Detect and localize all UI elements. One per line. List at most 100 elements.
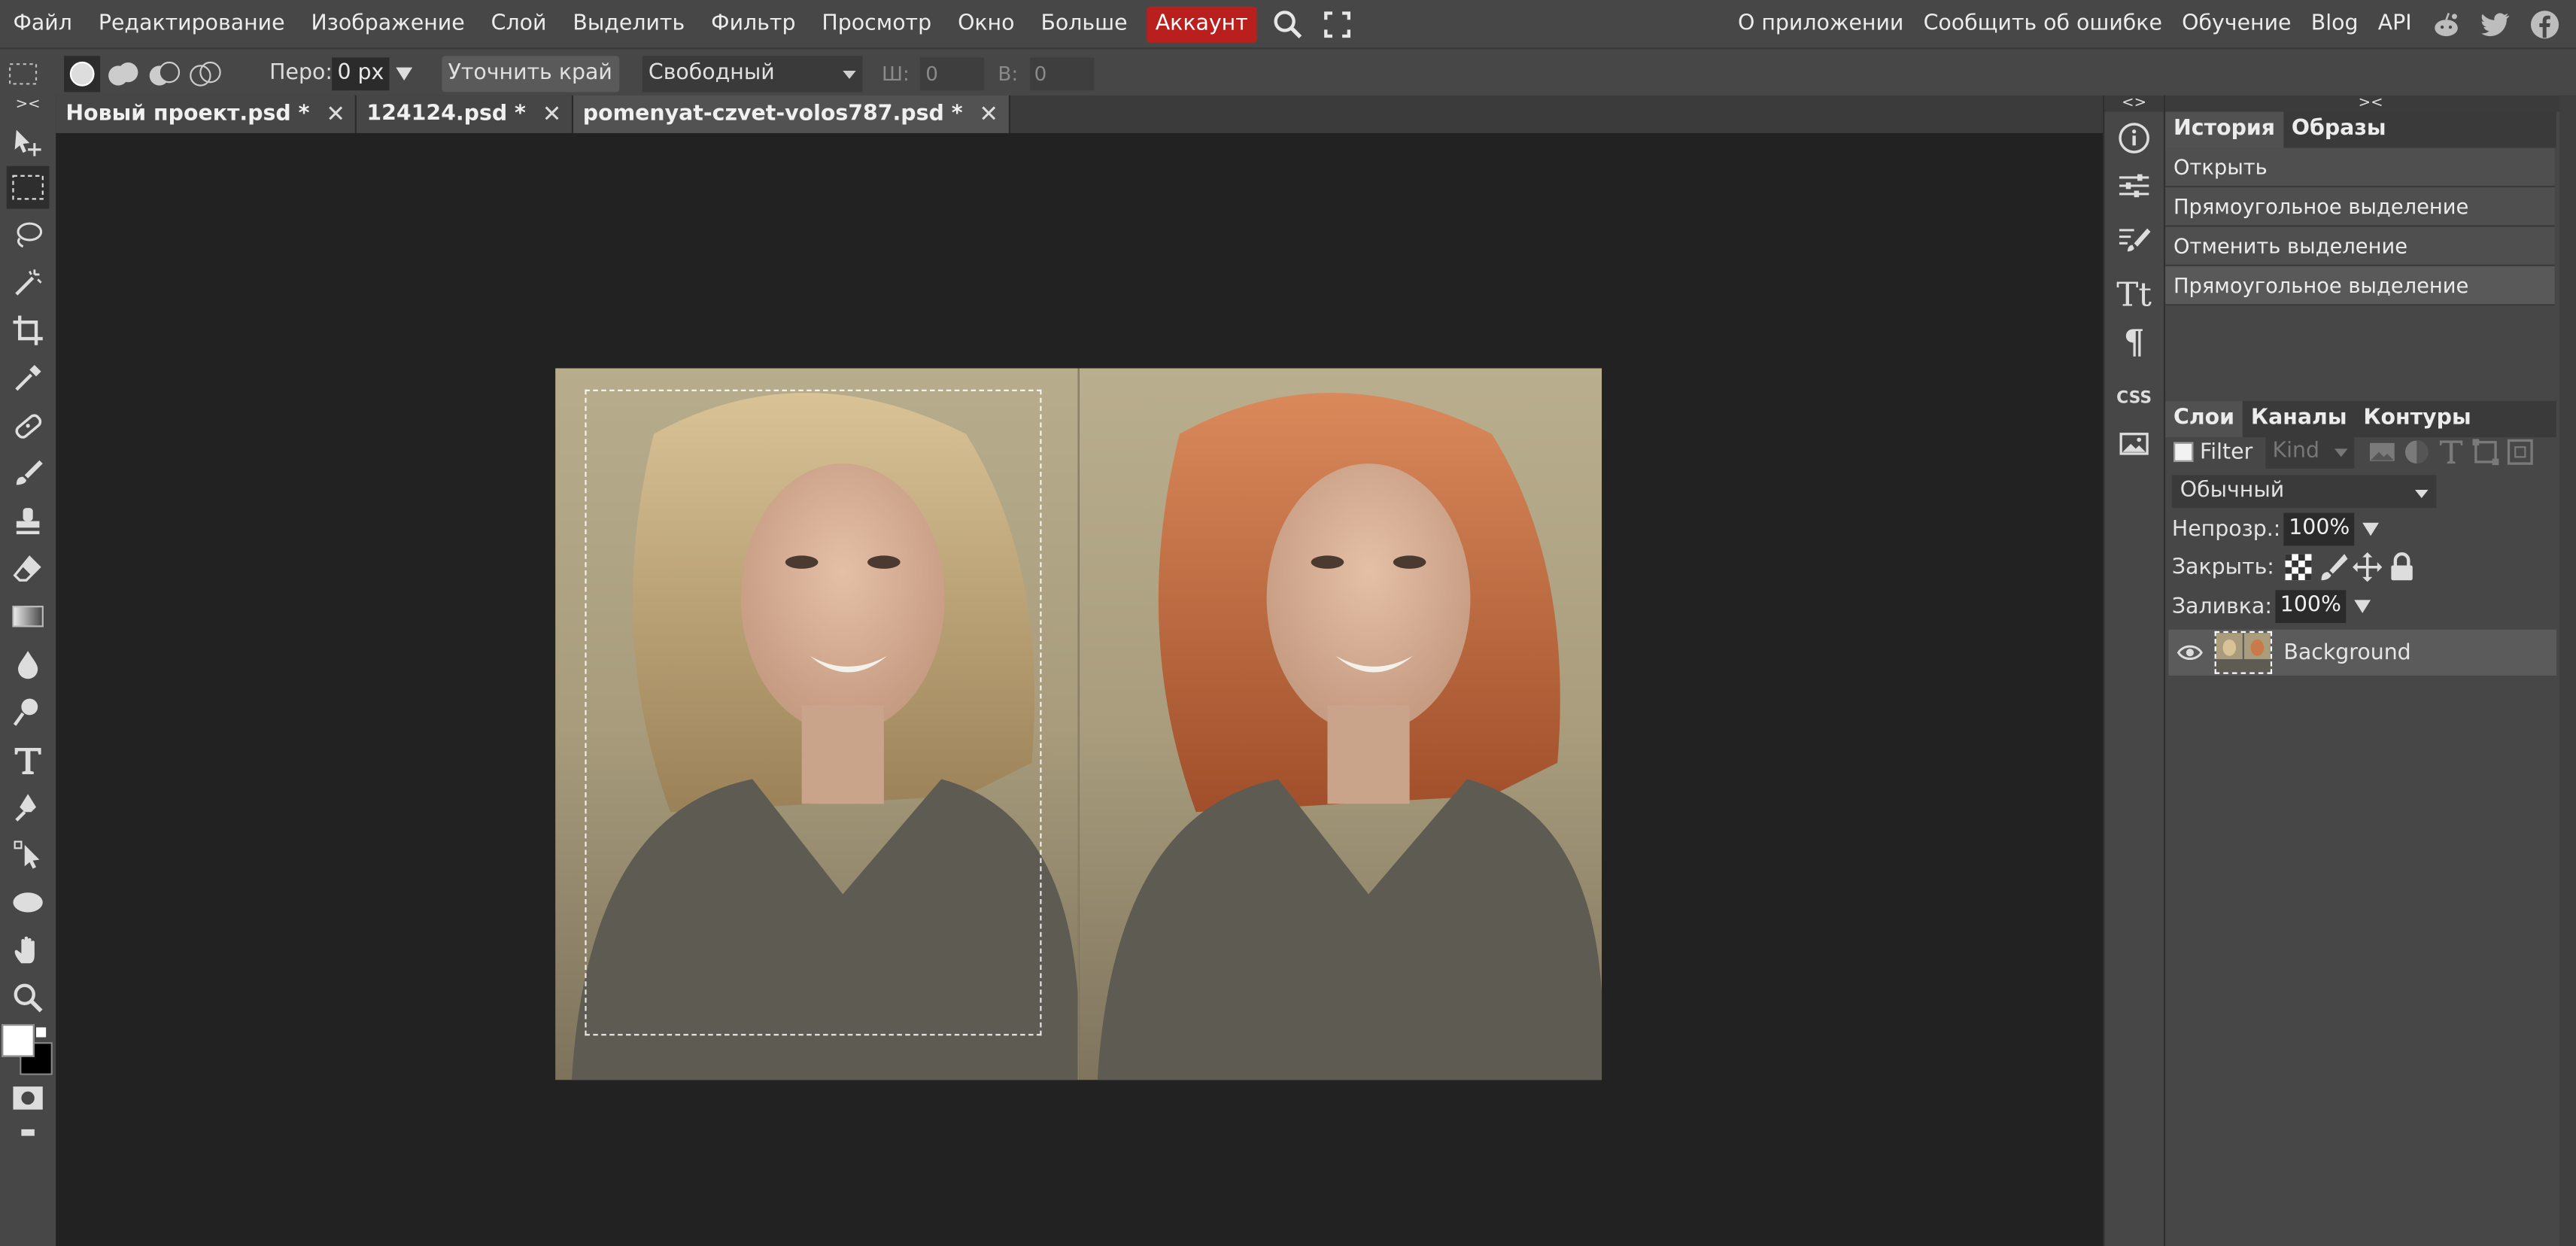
facebook-icon[interactable] bbox=[2529, 8, 2562, 41]
tab-doc-3-active[interactable]: pomenyat-czvet-volos787.psd * ✕ bbox=[573, 95, 1010, 133]
menu-api[interactable]: API bbox=[2368, 0, 2422, 47]
menu-view[interactable]: Просмотр bbox=[809, 0, 945, 47]
eraser-tool-icon[interactable] bbox=[7, 548, 50, 591]
menu-blog[interactable]: Blog bbox=[2301, 0, 2368, 47]
menu-about[interactable]: О приложении bbox=[1728, 0, 1914, 47]
feather-dropdown-icon[interactable] bbox=[395, 66, 412, 80]
menu-window[interactable]: Окно bbox=[945, 0, 1028, 47]
hand-tool-icon[interactable] bbox=[7, 928, 50, 971]
filter-adjustment-icon[interactable] bbox=[2402, 437, 2432, 466]
crop-tool-icon[interactable] bbox=[7, 309, 50, 352]
width-input[interactable]: 0 bbox=[920, 56, 985, 90]
refine-edge-button[interactable]: Уточнить край bbox=[441, 55, 619, 92]
css-icon[interactable]: CSS bbox=[2114, 378, 2153, 417]
brush-tool-icon[interactable] bbox=[7, 452, 50, 495]
intersect-selection-icon[interactable] bbox=[187, 55, 223, 91]
toolbar-collapse-button[interactable]: >< bbox=[0, 97, 56, 114]
lock-position-icon[interactable] bbox=[2353, 552, 2383, 582]
dodge-tool-icon[interactable] bbox=[7, 691, 50, 734]
layer-row-background[interactable]: Background bbox=[2168, 629, 2556, 676]
info-icon[interactable] bbox=[2114, 118, 2153, 157]
height-input[interactable]: 0 bbox=[1029, 56, 1094, 90]
kind-select[interactable]: Kind bbox=[2265, 435, 2355, 469]
image-icon[interactable] bbox=[2114, 424, 2153, 463]
pen-tool-icon[interactable] bbox=[7, 786, 50, 828]
eye-icon[interactable] bbox=[2175, 638, 2204, 667]
menu-select[interactable]: Выделить bbox=[560, 0, 698, 47]
shape-tool-icon[interactable] bbox=[7, 881, 50, 924]
history-item[interactable]: Открыть bbox=[2165, 147, 2555, 188]
panels-collapse-button[interactable]: >< bbox=[2165, 95, 2576, 112]
tab-history[interactable]: История bbox=[2165, 111, 2283, 148]
lasso-tool-icon[interactable] bbox=[7, 214, 50, 257]
filter-pixel-icon[interactable] bbox=[2368, 437, 2397, 466]
tab-doc-1[interactable]: Новый проект.psd * ✕ bbox=[56, 95, 357, 133]
move-tool-icon[interactable] bbox=[7, 122, 50, 165]
path-select-tool-icon[interactable] bbox=[7, 834, 50, 877]
fill-input[interactable]: 100% bbox=[2275, 590, 2347, 624]
style-select[interactable]: Свободный bbox=[642, 55, 862, 92]
paragraph-icon[interactable]: ¶ bbox=[2114, 322, 2153, 361]
brush-settings-icon[interactable] bbox=[2114, 220, 2153, 260]
menu-filter[interactable]: Фильтр bbox=[698, 0, 809, 47]
menu-file[interactable]: Файл bbox=[0, 0, 85, 47]
menu-learn[interactable]: Обучение bbox=[2172, 0, 2301, 47]
account-button[interactable]: Аккаунт bbox=[1147, 5, 1256, 42]
menu-report-bug[interactable]: Сообщить об ошибке bbox=[1913, 0, 2172, 47]
type-tool-icon[interactable] bbox=[7, 738, 50, 781]
close-icon[interactable]: ✕ bbox=[979, 101, 998, 127]
screen-mode-icon[interactable] bbox=[7, 1111, 50, 1154]
tab-channels[interactable]: Каналы bbox=[2243, 401, 2355, 437]
menu-image[interactable]: Изображение bbox=[298, 0, 478, 47]
adjustments-icon[interactable] bbox=[2114, 166, 2153, 205]
menu-more[interactable]: Больше bbox=[1028, 0, 1141, 47]
character-icon[interactable]: Tt bbox=[2114, 275, 2153, 314]
history-item[interactable]: Прямоугольное выделение bbox=[2165, 187, 2555, 227]
filter-type-icon[interactable] bbox=[2437, 437, 2466, 466]
menu-edit[interactable]: Редактирование bbox=[85, 0, 298, 47]
canvas-workspace[interactable] bbox=[56, 132, 2104, 1246]
swap-colors-icon[interactable] bbox=[36, 1027, 47, 1038]
document-canvas[interactable] bbox=[555, 368, 1602, 1080]
lock-all-icon[interactable] bbox=[2388, 552, 2417, 582]
search-icon[interactable] bbox=[1269, 6, 1305, 42]
history-item[interactable]: Отменить выделение bbox=[2165, 226, 2555, 266]
subtract-selection-icon[interactable] bbox=[146, 55, 182, 91]
eyedropper-tool-icon[interactable] bbox=[7, 357, 50, 400]
zoom-tool-icon[interactable] bbox=[7, 977, 50, 1020]
marquee-selection[interactable] bbox=[585, 389, 1042, 1036]
tab-layers[interactable]: Слои bbox=[2165, 401, 2243, 438]
filter-smart-object-icon[interactable] bbox=[2506, 437, 2535, 466]
foreground-color-swatch[interactable] bbox=[2, 1024, 35, 1057]
iconcol-collapse-button[interactable]: <> bbox=[2104, 95, 2164, 112]
reddit-icon[interactable] bbox=[2430, 8, 2463, 41]
lock-transparency-icon[interactable] bbox=[2284, 552, 2313, 582]
blend-mode-select[interactable]: Обычный bbox=[2171, 475, 2437, 509]
filter-checkbox[interactable] bbox=[2174, 442, 2194, 462]
healing-tool-icon[interactable] bbox=[7, 404, 50, 447]
gradient-tool-icon[interactable] bbox=[7, 595, 50, 638]
filter-shape-icon[interactable] bbox=[2471, 437, 2501, 466]
tab-doc-2[interactable]: 124124.psd * ✕ bbox=[357, 95, 573, 133]
history-item-current[interactable]: Прямоугольное выделение bbox=[2165, 266, 2555, 306]
color-swatches[interactable] bbox=[0, 1020, 56, 1079]
close-icon[interactable]: ✕ bbox=[542, 101, 562, 127]
opacity-dropdown-icon[interactable] bbox=[2362, 522, 2380, 536]
tab-paths[interactable]: Контуры bbox=[2355, 401, 2479, 437]
lock-pixels-icon[interactable] bbox=[2319, 552, 2349, 582]
blur-tool-icon[interactable] bbox=[7, 643, 50, 685]
fullscreen-icon[interactable] bbox=[1319, 6, 1355, 42]
rect-select-mode-icon[interactable] bbox=[5, 55, 41, 91]
magic-wand-tool-icon[interactable] bbox=[7, 261, 50, 304]
tab-snapshots[interactable]: Образы bbox=[2283, 112, 2394, 148]
fill-dropdown-icon[interactable] bbox=[2354, 600, 2371, 613]
close-icon[interactable]: ✕ bbox=[326, 101, 345, 127]
add-selection-icon[interactable] bbox=[105, 55, 141, 91]
rect-select-tool-icon[interactable] bbox=[6, 166, 50, 209]
menu-layer[interactable]: Слой bbox=[478, 0, 560, 47]
clone-stamp-tool-icon[interactable] bbox=[7, 500, 50, 542]
panels-scrollbar[interactable] bbox=[2559, 95, 2576, 1246]
feather-input[interactable]: 0 px bbox=[332, 56, 389, 90]
twitter-icon[interactable] bbox=[2479, 8, 2512, 41]
new-selection-icon[interactable] bbox=[64, 55, 101, 92]
